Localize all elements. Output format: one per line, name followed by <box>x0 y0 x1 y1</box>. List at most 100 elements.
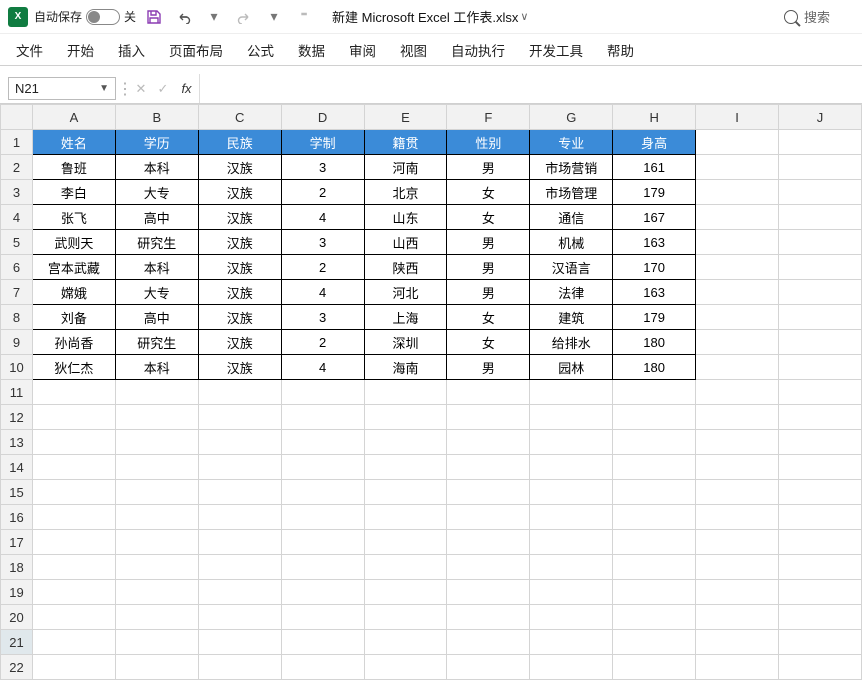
cell-I9[interactable] <box>696 330 779 355</box>
cell-G14[interactable] <box>530 455 613 480</box>
cell-H11[interactable] <box>613 380 696 405</box>
cell-E4[interactable]: 山东 <box>364 205 447 230</box>
cell-F19[interactable] <box>447 580 530 605</box>
grid[interactable]: ABCDEFGHIJ1姓名学历民族学制籍贯性别专业身高2鲁班本科汉族3河南男市场… <box>0 104 862 680</box>
row-header-11[interactable]: 11 <box>1 380 33 405</box>
cell-A14[interactable] <box>32 455 115 480</box>
cell-D14[interactable] <box>281 455 364 480</box>
tab-layout[interactable]: 页面布局 <box>167 36 225 64</box>
cell-G4[interactable]: 通信 <box>530 205 613 230</box>
redo-dropdown[interactable]: ▾ <box>262 5 286 29</box>
cell-D7[interactable]: 4 <box>281 280 364 305</box>
cell-B22[interactable] <box>115 655 198 680</box>
col-header-H[interactable]: H <box>613 105 696 130</box>
cell-A6[interactable]: 宫本武藏 <box>32 255 115 280</box>
cell-F16[interactable] <box>447 505 530 530</box>
cell-B4[interactable]: 高中 <box>115 205 198 230</box>
cell-G13[interactable] <box>530 430 613 455</box>
tab-help[interactable]: 帮助 <box>605 36 636 64</box>
cell-G9[interactable]: 给排水 <box>530 330 613 355</box>
cell-B13[interactable] <box>115 430 198 455</box>
cell-C17[interactable] <box>198 530 281 555</box>
cell-A20[interactable] <box>32 605 115 630</box>
cell-A10[interactable]: 狄仁杰 <box>32 355 115 380</box>
cell-G19[interactable] <box>530 580 613 605</box>
cell-G6[interactable]: 汉语言 <box>530 255 613 280</box>
cell-B16[interactable] <box>115 505 198 530</box>
cell-H8[interactable]: 179 <box>613 305 696 330</box>
row-header-1[interactable]: 1 <box>1 130 33 155</box>
document-title[interactable]: 新建 Microsoft Excel 工作表.xlsx ∨ <box>332 7 528 26</box>
cell-B8[interactable]: 高中 <box>115 305 198 330</box>
cell-D13[interactable] <box>281 430 364 455</box>
cell-G16[interactable] <box>530 505 613 530</box>
cell-B14[interactable] <box>115 455 198 480</box>
col-header-F[interactable]: F <box>447 105 530 130</box>
cell-D8[interactable]: 3 <box>281 305 364 330</box>
cell-B18[interactable] <box>115 555 198 580</box>
tab-data[interactable]: 数据 <box>296 36 327 64</box>
cell-B3[interactable]: 大专 <box>115 180 198 205</box>
row-header-21[interactable]: 21 <box>1 630 33 655</box>
cell-J3[interactable] <box>778 180 861 205</box>
cell-F4[interactable]: 女 <box>447 205 530 230</box>
col-header-E[interactable]: E <box>364 105 447 130</box>
cell-J12[interactable] <box>778 405 861 430</box>
cell-E15[interactable] <box>364 480 447 505</box>
cell-J6[interactable] <box>778 255 861 280</box>
cell-C14[interactable] <box>198 455 281 480</box>
cell-H13[interactable] <box>613 430 696 455</box>
cell-G15[interactable] <box>530 480 613 505</box>
tab-file[interactable]: 文件 <box>14 36 45 64</box>
cell-I19[interactable] <box>696 580 779 605</box>
col-header-B[interactable]: B <box>115 105 198 130</box>
cell-F6[interactable]: 男 <box>447 255 530 280</box>
cell-C16[interactable] <box>198 505 281 530</box>
cell-E20[interactable] <box>364 605 447 630</box>
cell-A11[interactable] <box>32 380 115 405</box>
cell-H2[interactable]: 161 <box>613 155 696 180</box>
cell-J11[interactable] <box>778 380 861 405</box>
cell-D4[interactable]: 4 <box>281 205 364 230</box>
cell-I14[interactable] <box>696 455 779 480</box>
cell-H9[interactable]: 180 <box>613 330 696 355</box>
formula-input[interactable] <box>200 74 862 103</box>
col-header-C[interactable]: C <box>198 105 281 130</box>
search-box[interactable]: 搜索 <box>784 7 854 26</box>
row-header-5[interactable]: 5 <box>1 230 33 255</box>
cell-A18[interactable] <box>32 555 115 580</box>
cell-A17[interactable] <box>32 530 115 555</box>
cell-J22[interactable] <box>778 655 861 680</box>
row-header-13[interactable]: 13 <box>1 430 33 455</box>
cell-C4[interactable]: 汉族 <box>198 205 281 230</box>
cell-F1[interactable]: 性别 <box>447 130 530 155</box>
cell-A9[interactable]: 孙尚香 <box>32 330 115 355</box>
name-box[interactable]: N21 ▼ <box>8 77 116 100</box>
col-header-A[interactable]: A <box>32 105 115 130</box>
cell-F10[interactable]: 男 <box>447 355 530 380</box>
row-header-20[interactable]: 20 <box>1 605 33 630</box>
worksheet-area[interactable]: ABCDEFGHIJ1姓名学历民族学制籍贯性别专业身高2鲁班本科汉族3河南男市场… <box>0 104 862 696</box>
cell-I1[interactable] <box>696 130 779 155</box>
cell-C11[interactable] <box>198 380 281 405</box>
cell-E14[interactable] <box>364 455 447 480</box>
cell-G12[interactable] <box>530 405 613 430</box>
cell-G3[interactable]: 市场管理 <box>530 180 613 205</box>
cell-F7[interactable]: 男 <box>447 280 530 305</box>
tab-formulas[interactable]: 公式 <box>245 36 276 64</box>
cell-E2[interactable]: 河南 <box>364 155 447 180</box>
cell-I6[interactable] <box>696 255 779 280</box>
cell-H1[interactable]: 身高 <box>613 130 696 155</box>
cell-H22[interactable] <box>613 655 696 680</box>
cell-H10[interactable]: 180 <box>613 355 696 380</box>
cell-D2[interactable]: 3 <box>281 155 364 180</box>
cell-E7[interactable]: 河北 <box>364 280 447 305</box>
cell-B15[interactable] <box>115 480 198 505</box>
cell-C7[interactable]: 汉族 <box>198 280 281 305</box>
cell-A5[interactable]: 武则天 <box>32 230 115 255</box>
row-header-18[interactable]: 18 <box>1 555 33 580</box>
cell-A7[interactable]: 嫦娥 <box>32 280 115 305</box>
row-header-7[interactable]: 7 <box>1 280 33 305</box>
cell-C15[interactable] <box>198 480 281 505</box>
cell-B9[interactable]: 研究生 <box>115 330 198 355</box>
